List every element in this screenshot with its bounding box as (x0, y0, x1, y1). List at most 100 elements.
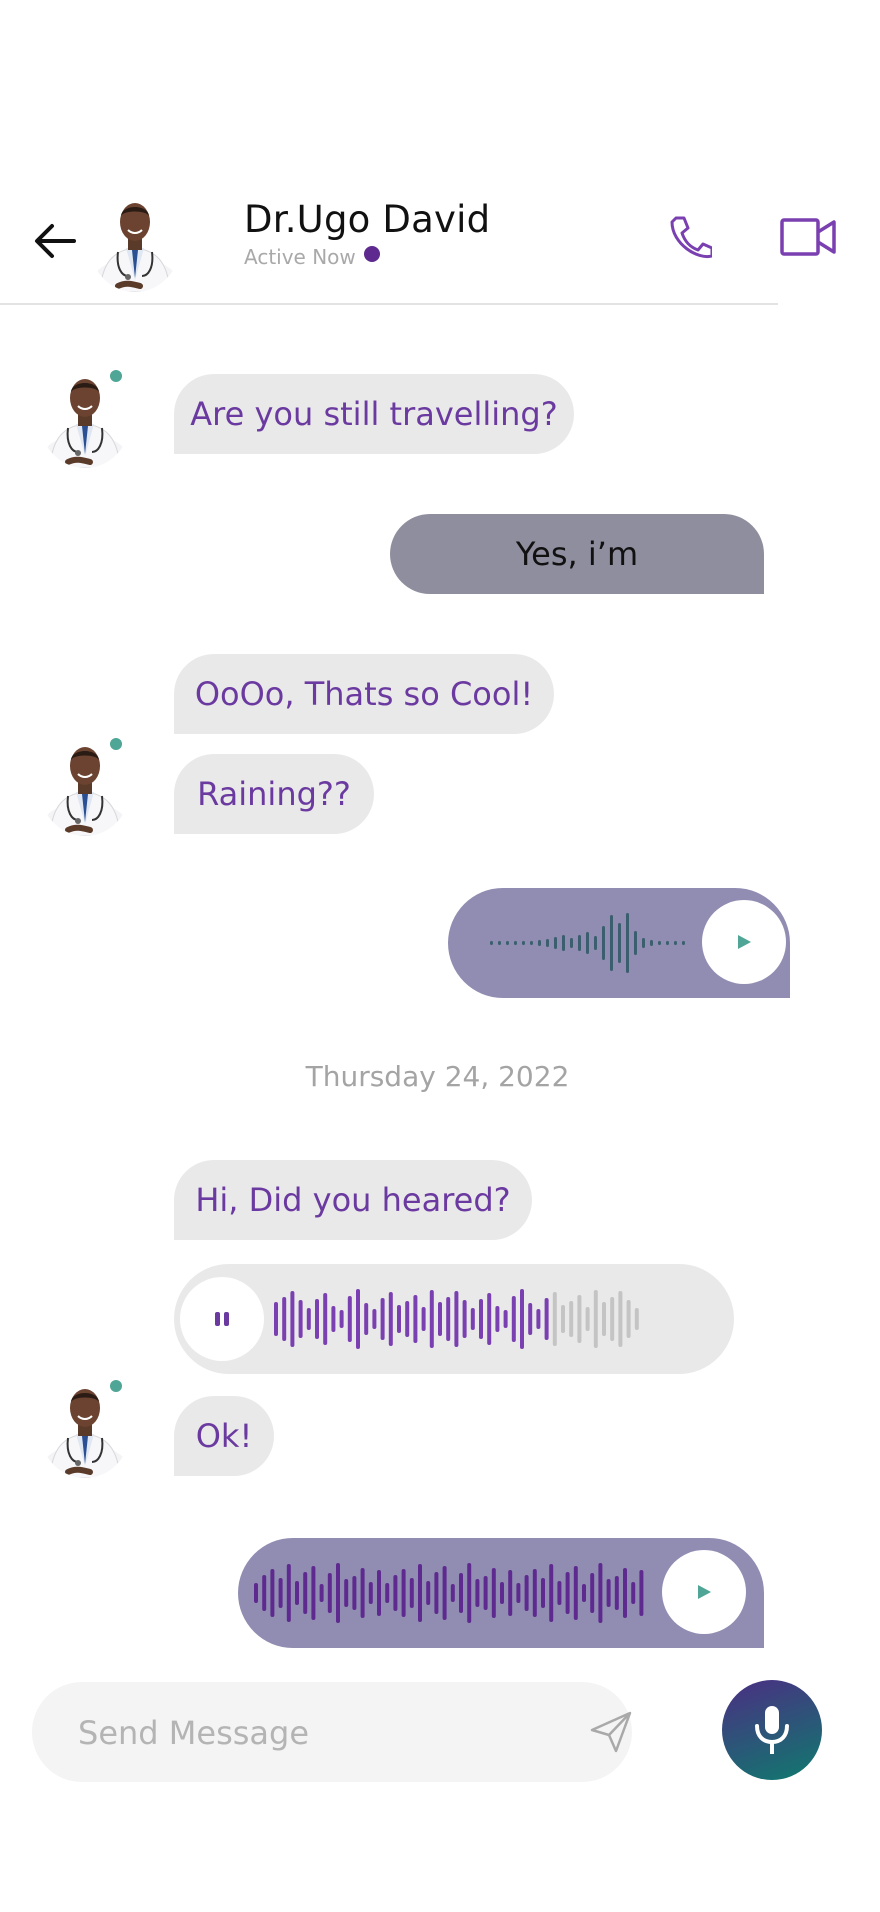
waveform-bar (674, 941, 677, 945)
message-bubble-outgoing[interactable]: Yes, i’m (390, 514, 764, 594)
message-bubble-incoming[interactable]: Raining?? (174, 754, 374, 834)
waveform-bar (421, 1307, 426, 1331)
waveform-bar (286, 1564, 291, 1622)
waveform-bar (490, 941, 493, 945)
waveform-bar (586, 932, 589, 954)
phone-icon (670, 216, 714, 259)
waveform-bar (634, 1308, 639, 1330)
message-bubble-incoming[interactable]: OoOo, Thats so Cool! (174, 654, 554, 734)
waveform-bar (339, 1310, 344, 1328)
video-camera-icon (780, 218, 836, 256)
waveform-bar (582, 1584, 586, 1602)
waveform-bar (290, 1291, 295, 1347)
waveform-bar (438, 1302, 442, 1336)
waveform-bar (610, 915, 613, 971)
waveform-bar (618, 1291, 623, 1347)
waveform-bar (483, 1576, 488, 1610)
play-button[interactable] (702, 900, 786, 984)
waveform-bar (491, 1568, 496, 1618)
waveform-bar (658, 941, 661, 945)
waveform-bar (356, 1289, 360, 1349)
waveform-bar (429, 1290, 434, 1348)
waveform-bar (544, 1298, 549, 1340)
waveform-bar (306, 1308, 311, 1330)
waveform-bar (442, 1566, 447, 1620)
waveform-bar (610, 1297, 615, 1341)
voice-message-outgoing[interactable] (448, 888, 790, 998)
play-button[interactable] (662, 1550, 746, 1634)
audio-waveform[interactable] (254, 1553, 654, 1633)
waveform-bar (577, 1295, 582, 1343)
waveform-bar (506, 941, 509, 945)
waveform-bar (590, 1573, 595, 1613)
voice-message-outgoing[interactable] (238, 1538, 764, 1648)
waveform-bar (254, 1583, 258, 1603)
waveform-bar (546, 939, 549, 947)
waveform-bar (450, 1584, 455, 1602)
waveform-bar (475, 1579, 480, 1607)
microphone-icon (755, 1706, 789, 1754)
video-call-button[interactable] (780, 218, 836, 258)
waveform-bar (557, 1581, 562, 1605)
waveform-bar (462, 1300, 467, 1338)
doctor-avatar[interactable] (88, 188, 182, 292)
waveform-bar (331, 1306, 336, 1332)
waveform-bar (500, 1582, 504, 1604)
waveform-bar (467, 1563, 472, 1623)
waveform-bar (470, 1308, 475, 1330)
waveform-bar (303, 1572, 308, 1614)
call-button[interactable] (668, 214, 714, 262)
waveform-bar (530, 941, 533, 945)
waveform-bar (298, 1300, 303, 1338)
waveform-bar (538, 940, 541, 946)
waveform-bar (516, 1583, 521, 1603)
waveform-bar (524, 1575, 529, 1611)
waveform-bar (278, 1578, 283, 1608)
waveform-bar (347, 1296, 352, 1342)
waveform-bar (282, 1297, 287, 1341)
waveform-bar (561, 1305, 565, 1333)
waveform-bar (594, 936, 597, 950)
message-input[interactable] (76, 1682, 560, 1784)
voice-message-incoming[interactable] (174, 1264, 734, 1374)
waveform-bar (498, 941, 501, 945)
waveform-bar (323, 1293, 328, 1345)
waveform-bar (585, 1307, 590, 1331)
back-button[interactable] (30, 218, 80, 264)
waveform-bar (454, 1291, 459, 1347)
waveform-bar (562, 935, 565, 951)
waveform-bar (626, 1300, 631, 1338)
audio-waveform[interactable] (490, 903, 696, 983)
waveform-bar (385, 1583, 390, 1603)
header-divider (0, 303, 778, 305)
date-divider: Thursday 24, 2022 (305, 1060, 570, 1093)
online-indicator (110, 370, 122, 382)
waveform-bar (634, 931, 637, 955)
waveform-bar (642, 938, 645, 948)
waveform-bar (397, 1305, 401, 1333)
arrow-left-icon (35, 224, 76, 258)
waveform-bar (388, 1292, 393, 1346)
waveform-bar (522, 941, 525, 945)
waveform-bar (487, 1293, 492, 1345)
waveform-bar (274, 1302, 278, 1336)
waveform-bar (327, 1573, 332, 1613)
waveform-bar (650, 940, 653, 946)
audio-waveform[interactable] (274, 1279, 724, 1359)
voice-record-button[interactable] (722, 1680, 822, 1780)
waveform-bar (405, 1301, 410, 1337)
waveform-bar (393, 1575, 398, 1611)
waveform-bar (372, 1309, 377, 1329)
message-bubble-incoming[interactable]: Hi, Did you heared? (174, 1160, 532, 1240)
message-bubble-incoming[interactable]: Are you still travelling? (174, 374, 574, 454)
message-bubble-incoming[interactable]: Ok! (174, 1396, 274, 1476)
send-button[interactable] (588, 1710, 634, 1754)
waveform-bar (352, 1576, 357, 1610)
waveform-bar (514, 941, 517, 945)
waveform-bar (578, 935, 581, 951)
pause-button[interactable] (180, 1277, 264, 1361)
waveform-bar (401, 1569, 406, 1617)
contact-name: Dr.Ugo David (244, 198, 491, 241)
waveform-bar (532, 1569, 537, 1617)
waveform-bar (626, 913, 629, 973)
